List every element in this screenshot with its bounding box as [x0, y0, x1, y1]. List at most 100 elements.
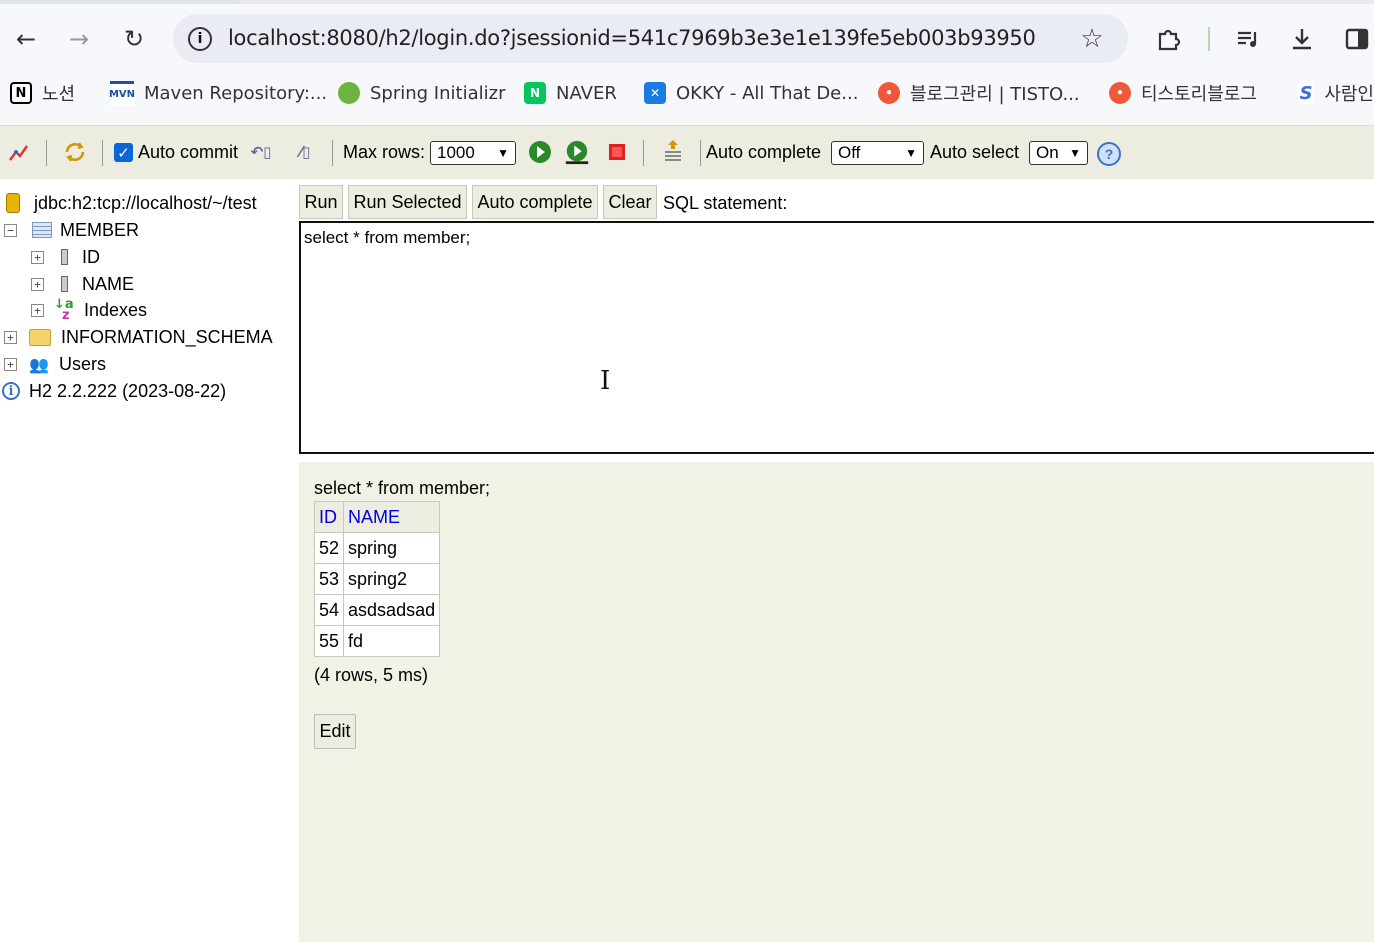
bookmark-label: OKKY - All That De...: [676, 82, 859, 104]
auto-commit-checkbox[interactable]: ✓: [114, 143, 133, 162]
table-header-row: ID NAME: [313, 501, 441, 533]
column-name: NAME: [82, 273, 135, 294]
star-icon[interactable]: ☆: [1075, 22, 1109, 56]
tree-column-name[interactable]: + NAME: [0, 271, 134, 297]
result-statement: select * from member;: [314, 478, 491, 498]
toolbar-separator: [700, 140, 701, 166]
download-icon[interactable]: [1285, 22, 1319, 56]
bookmark-saramin[interactable]: S 사람인: [1298, 78, 1374, 108]
schema-name: INFORMATION_SCHEMA: [61, 326, 273, 347]
tree-users[interactable]: + 👥 Users: [0, 351, 106, 377]
cell-id: 55: [313, 625, 345, 657]
rollback-icon[interactable]: ↶▯: [248, 139, 274, 165]
commit-icon[interactable]: ⁄▯: [292, 139, 318, 165]
auto-complete-select[interactable]: Off ▼: [831, 141, 924, 165]
bookmark-spring-initializr[interactable]: Spring Initializr: [338, 78, 505, 108]
collapse-icon[interactable]: −: [4, 223, 17, 237]
back-icon[interactable]: ←: [9, 22, 43, 56]
connection-url: jdbc:h2:tcp://localhost/~/test: [34, 192, 257, 213]
clear-button[interactable]: Clear: [603, 185, 657, 219]
tree-indexes[interactable]: + ↓a z Indexes: [0, 297, 147, 323]
max-rows-select[interactable]: 1000 ▼: [430, 141, 516, 165]
info-icon: i: [2, 382, 20, 400]
edit-button[interactable]: Edit: [314, 714, 356, 749]
cell-name: spring2: [343, 563, 441, 595]
active-tab-edge[interactable]: [0, 0, 240, 4]
table-row: 54 asdsadsad: [313, 594, 441, 626]
disconnect-icon[interactable]: [6, 139, 32, 165]
column-header-name[interactable]: NAME: [343, 501, 441, 533]
history-icon[interactable]: [660, 139, 686, 165]
folder-icon: [29, 328, 51, 346]
tree-table-member[interactable]: − MEMBER: [0, 217, 139, 243]
expand-icon[interactable]: +: [4, 357, 17, 371]
reload-icon[interactable]: ↻: [117, 22, 151, 56]
bookmark-label: 블로그관리 | TISTO...: [910, 84, 1080, 105]
result-panel: [299, 462, 1374, 942]
bookmark-naver[interactable]: N NAVER: [524, 78, 617, 108]
chevron-down-icon: ▼: [905, 146, 917, 160]
table-icon: [32, 222, 52, 238]
bookmark-tistory-admin[interactable]: • 블로그관리 | TISTO...: [878, 78, 1080, 108]
database-icon: [6, 193, 20, 213]
tree-information-schema[interactable]: + INFORMATION_SCHEMA: [0, 324, 273, 350]
toolbar-separator: [102, 140, 103, 166]
bookmark-label: Spring Initializr: [370, 82, 506, 104]
media-icon[interactable]: [1231, 22, 1265, 56]
help-icon[interactable]: ?: [1097, 142, 1121, 166]
table-name: MEMBER: [60, 219, 140, 240]
tree-column-id[interactable]: + ID: [0, 244, 100, 270]
result-table-wrap: ID NAME 52 spring 53 spring2 54 asdsadsa…: [313, 501, 441, 657]
users-label: Users: [59, 353, 107, 374]
bookmark-okky[interactable]: ✕ OKKY - All That De...: [644, 78, 858, 108]
stop-icon[interactable]: [604, 139, 630, 165]
forward-icon[interactable]: →: [62, 22, 96, 56]
site-info-icon[interactable]: i: [188, 27, 212, 51]
bookmark-maven[interactable]: MVN Maven Repository:...: [109, 78, 328, 108]
expand-icon[interactable]: +: [31, 303, 44, 317]
column-name: ID: [82, 246, 100, 267]
bookmark-label: Maven Repository:...: [144, 82, 328, 104]
side-panel-icon[interactable]: [1340, 22, 1374, 56]
bookmark-notion[interactable]: N 노션: [10, 78, 75, 108]
run-icon[interactable]: [527, 139, 553, 165]
okky-icon: ✕: [644, 82, 666, 104]
bookmark-label: NAVER: [556, 82, 617, 104]
tistory-icon: •: [878, 82, 900, 104]
auto-select-select[interactable]: On ▼: [1029, 141, 1088, 165]
toolbar-separator: [332, 140, 333, 166]
sql-statement-label: SQL statement:: [663, 193, 788, 213]
auto-select-label: Auto select: [930, 142, 1020, 162]
bookmark-label: 사람인: [1324, 84, 1374, 105]
cell-name: asdsadsad: [343, 594, 441, 626]
tree-connection[interactable]: jdbc:h2:tcp://localhost/~/test: [0, 190, 257, 216]
expand-icon[interactable]: +: [31, 250, 44, 264]
spring-icon: [338, 82, 360, 104]
auto-complete-button[interactable]: Auto complete: [472, 185, 598, 219]
auto-commit-label: Auto commit: [138, 142, 239, 162]
run-selected-icon[interactable]: [564, 139, 590, 165]
expand-icon[interactable]: +: [4, 330, 17, 344]
run-button[interactable]: Run: [299, 185, 343, 219]
cell-id: 52: [313, 532, 345, 564]
indexes-label: Indexes: [84, 299, 148, 320]
saramin-icon: S: [1298, 82, 1315, 104]
sql-editor[interactable]: select * from member;: [299, 221, 1374, 454]
cell-name: fd: [343, 625, 441, 657]
extensions-icon[interactable]: [1151, 22, 1185, 56]
maven-icon: MVN: [109, 80, 135, 106]
tistory-icon: •: [1109, 82, 1131, 104]
run-selected-button[interactable]: Run Selected: [348, 185, 467, 219]
url-text[interactable]: localhost:8080/h2/login.do?jsessionid=54…: [228, 26, 1036, 50]
expand-icon[interactable]: +: [31, 277, 44, 291]
sort-az-icon: ↓a z: [54, 297, 74, 323]
table-row: 55 fd: [313, 625, 441, 657]
notion-icon: N: [10, 82, 32, 104]
refresh-icon[interactable]: [62, 139, 88, 165]
table-row: 52 spring: [313, 532, 441, 564]
cell-id: 53: [313, 563, 345, 595]
bookmark-label: 티스토리블로그: [1141, 84, 1257, 105]
chevron-down-icon: ▼: [497, 146, 509, 160]
column-header-id[interactable]: ID: [313, 501, 345, 533]
bookmark-tistory-blog[interactable]: • 티스토리블로그: [1109, 78, 1257, 108]
